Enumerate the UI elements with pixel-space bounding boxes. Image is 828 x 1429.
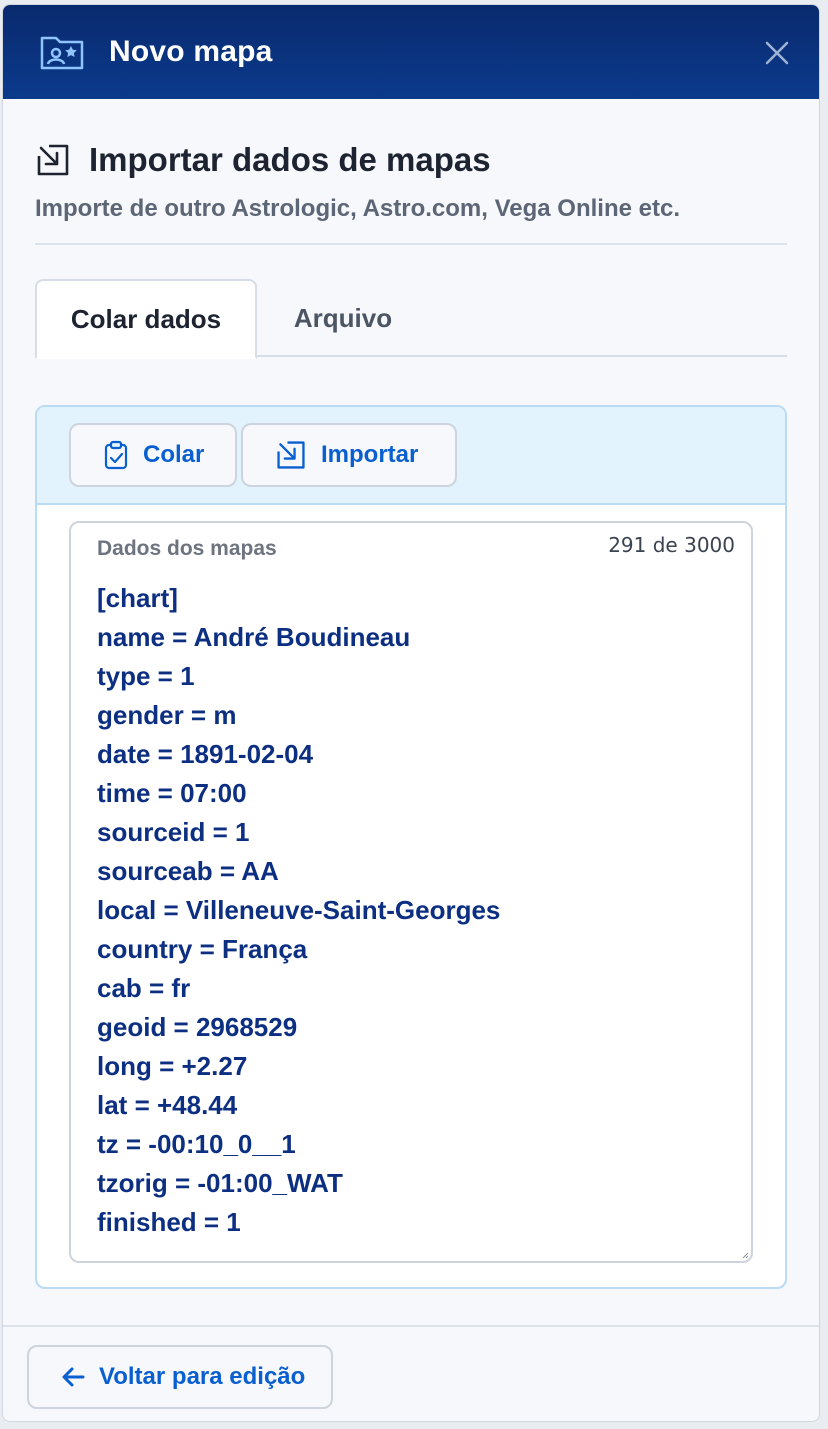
text-line: tz = -00:10_0__1	[97, 1129, 296, 1159]
text-line: sourceab = AA	[97, 856, 279, 886]
paste-button[interactable]: Colar	[69, 423, 237, 487]
chart-data-textarea[interactable]: Dados dos mapas 291 de 3000 [chart] name…	[69, 521, 753, 1263]
dialog-footer: Voltar para edição	[3, 1325, 819, 1421]
import-button-label: Importar	[321, 441, 419, 468]
import-icon	[37, 144, 69, 176]
text-line: country = França	[97, 934, 308, 964]
text-line: tzorig = -01:00_WAT	[97, 1168, 343, 1198]
text-line: finished = 1	[97, 1207, 241, 1237]
new-chart-dialog: Novo mapa Importar dados de mapas Import…	[2, 4, 820, 1422]
text-line: name = André Boudineau	[97, 622, 411, 652]
dialog-titlebar: Novo mapa	[3, 5, 819, 99]
section-header: Importar dados de mapas	[35, 141, 787, 179]
import-button[interactable]: Importar	[241, 423, 457, 487]
resize-handle-icon[interactable]	[741, 1251, 749, 1259]
section-heading: Importar dados de mapas	[89, 141, 491, 178]
dialog-content: Importar dados de mapas Importe de outro…	[35, 99, 787, 1289]
text-line: geoid = 2968529	[97, 1012, 298, 1042]
folder-star-icon	[40, 36, 84, 70]
clipboard-check-icon	[104, 440, 128, 470]
paste-button-label: Colar	[143, 441, 205, 468]
tab-bar: Colar dados Arquivo	[35, 279, 787, 359]
character-counter: 291 de 3000	[608, 533, 735, 557]
text-line: sourceid = 1	[97, 817, 250, 847]
divider	[35, 243, 787, 245]
dialog-title: Novo mapa	[109, 35, 273, 68]
text-line: time = 07:00	[97, 778, 247, 808]
text-line: date = 1891-02-04	[97, 739, 314, 769]
arrow-left-icon	[62, 1367, 85, 1387]
text-line: gender = m	[97, 700, 237, 730]
text-line: [chart]	[97, 583, 178, 613]
textarea-content: [chart] name = André Boudineau type = 1 …	[97, 579, 500, 1242]
textarea-label: Dados dos mapas	[97, 537, 277, 560]
panel-toolbar: Colar Importar	[37, 407, 785, 505]
section-subtitle: Importe de outro Astrologic, Astro.com, …	[35, 195, 680, 222]
back-to-edit-button[interactable]: Voltar para edição	[27, 1345, 333, 1409]
text-line: cab = fr	[97, 973, 191, 1003]
back-button-label: Voltar para edição	[99, 1363, 306, 1390]
tab-file[interactable]: Arquivo	[257, 279, 429, 357]
close-icon[interactable]	[763, 39, 791, 67]
text-line: long = +2.27	[97, 1051, 248, 1081]
text-line: lat = +48.44	[97, 1090, 238, 1120]
paste-panel: Colar Importar Dados dos mapas 291 de 30…	[35, 405, 787, 1289]
import-icon	[277, 441, 305, 469]
tab-paste-data[interactable]: Colar dados	[35, 279, 257, 359]
text-line: type = 1	[97, 661, 195, 691]
text-line: local = Villeneuve-Saint-Georges	[97, 895, 501, 925]
